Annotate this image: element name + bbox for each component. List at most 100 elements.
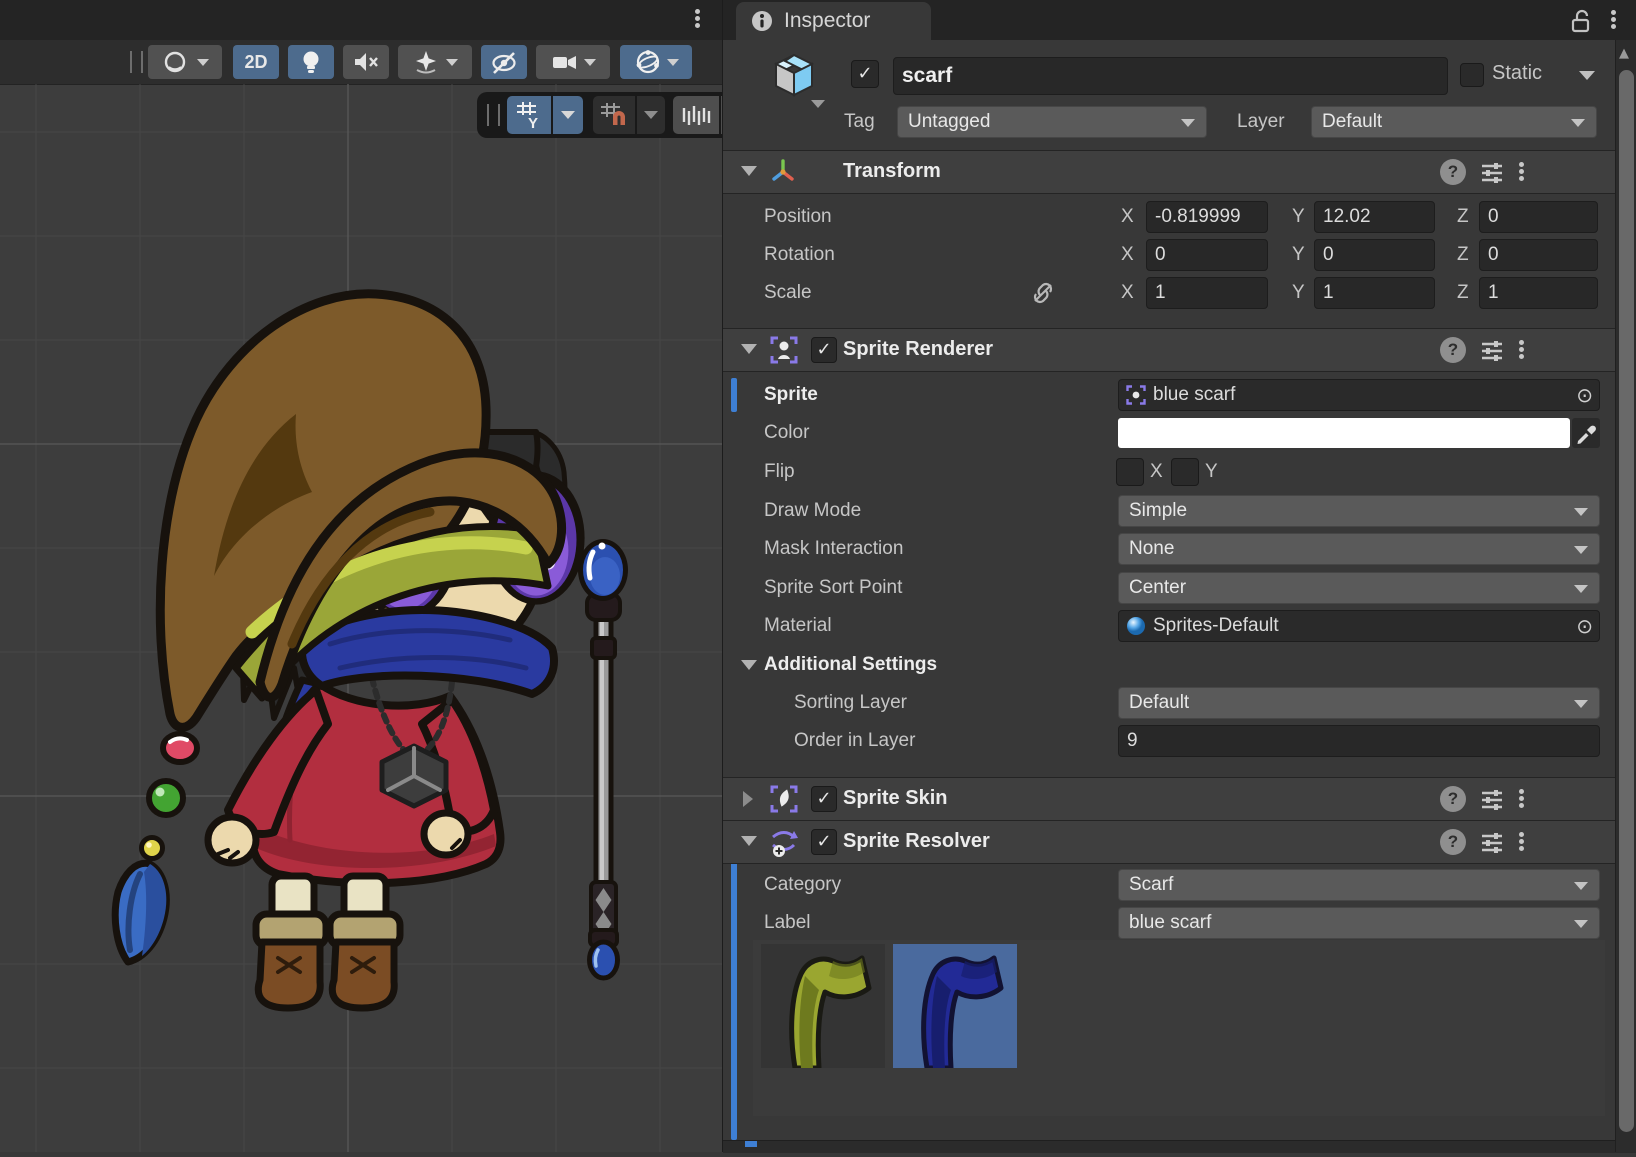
rotation-x-field[interactable]: 0 xyxy=(1146,239,1268,271)
inspector-scrollbar[interactable]: ▲ xyxy=(1615,40,1636,1152)
foldout-arrow-icon[interactable] xyxy=(741,166,757,176)
grid-snap-overlay-toolbar: Y xyxy=(477,92,722,138)
component-title: Transform xyxy=(843,151,941,191)
foldout-arrow-icon[interactable] xyxy=(741,836,757,846)
game-object-icon-dropdown[interactable] xyxy=(811,100,825,108)
chevron-down-icon xyxy=(584,59,596,66)
scale-x-field[interactable]: 1 xyxy=(1146,277,1268,309)
presets-icon[interactable] xyxy=(1480,788,1504,810)
game-object-name-field[interactable]: scarf xyxy=(893,57,1448,95)
sprite-object-field[interactable]: blue scarf ⊙ xyxy=(1118,379,1600,411)
foldout-arrow-icon[interactable] xyxy=(741,344,757,354)
scene-view-window: 2D xyxy=(0,0,722,1152)
shading-mode-button[interactable] xyxy=(148,45,222,79)
label-dropdown[interactable]: blue scarf xyxy=(1118,907,1600,939)
grid-y-axis-icon: Y xyxy=(514,100,544,130)
sprite-sort-point-dropdown[interactable]: Center xyxy=(1118,572,1600,604)
tab-inspector[interactable]: Inspector xyxy=(736,2,931,40)
static-dropdown-arrow[interactable] xyxy=(1579,71,1595,80)
hidden-objects-toggle[interactable] xyxy=(481,45,527,79)
scale-y-field[interactable]: 1 xyxy=(1314,277,1435,309)
scale-z-field[interactable]: 1 xyxy=(1479,277,1598,309)
scene-audio-toggle[interactable] xyxy=(343,45,389,79)
scene-toolbar: 2D xyxy=(0,40,722,85)
component-kebab-icon[interactable] xyxy=(1516,830,1526,853)
position-z-field[interactable]: 0 xyxy=(1479,201,1598,233)
layer-label: Layer xyxy=(1237,106,1285,138)
additional-settings-row[interactable]: Additional Settings xyxy=(723,648,1636,682)
component-enabled-checkbox[interactable]: ✓ xyxy=(811,786,837,812)
sorting-layer-value: Default xyxy=(1129,692,1189,713)
component-enabled-checkbox[interactable]: ✓ xyxy=(811,829,837,855)
sprite-thumbnail-yellow-scarf[interactable] xyxy=(761,944,885,1068)
scrollbar-up-arrow[interactable]: ▲ xyxy=(1619,46,1629,61)
character-sprite[interactable] xyxy=(115,294,584,1008)
material-object-field[interactable]: Sprites-Default ⊙ xyxy=(1118,610,1600,642)
position-y-field[interactable]: 12.02 xyxy=(1314,201,1435,233)
lock-icon[interactable] xyxy=(1569,8,1595,34)
tag-dropdown[interactable]: Untagged xyxy=(897,106,1207,138)
eyedropper-button[interactable] xyxy=(1572,418,1600,448)
toolbar-drag-handle[interactable] xyxy=(130,51,143,73)
sprite-thumbnail-blue-scarf-selected[interactable] xyxy=(893,944,1017,1068)
help-icon[interactable]: ? xyxy=(1440,159,1466,185)
inspector-menu-kebab-icon[interactable] xyxy=(1607,8,1619,31)
scene-menu-kebab-icon[interactable] xyxy=(690,7,704,30)
effects-visibility-button[interactable] xyxy=(398,45,472,79)
sorting-layer-dropdown[interactable]: Default xyxy=(1118,687,1600,719)
component-title: Sprite Skin xyxy=(843,778,947,818)
scene-lighting-toggle[interactable] xyxy=(288,45,334,79)
scene-camera-settings-button[interactable] xyxy=(536,45,610,79)
draw-mode-row: Draw Mode Simple xyxy=(723,494,1636,528)
sprite-renderer-component: ✓ Sprite Renderer ? Sprite blue xyxy=(723,328,1636,768)
help-icon[interactable]: ? xyxy=(1440,829,1466,855)
scene-viewport[interactable] xyxy=(0,84,722,1152)
staff-sprite[interactable] xyxy=(578,539,628,978)
grid-axis-dropdown[interactable] xyxy=(553,96,583,134)
static-checkbox[interactable] xyxy=(1460,63,1484,87)
game-object-header: ✓ scarf Static Tag Untagged Layer Defaul… xyxy=(723,40,1636,148)
sprite-resolver-header[interactable]: ✓ Sprite Resolver ? xyxy=(723,820,1636,864)
position-x-field[interactable]: -0.819999 xyxy=(1146,201,1268,233)
gizmo-sphere-icon xyxy=(634,48,662,76)
color-swatch[interactable] xyxy=(1118,418,1570,448)
component-kebab-icon[interactable] xyxy=(1516,160,1526,183)
foldout-arrow-icon[interactable] xyxy=(743,791,753,807)
component-enabled-checkbox[interactable]: ✓ xyxy=(811,337,837,363)
flip-y-checkbox[interactable] xyxy=(1171,458,1199,486)
2d-mode-toggle[interactable]: 2D xyxy=(233,45,279,79)
scrollbar-thumb[interactable] xyxy=(1619,70,1634,1132)
rotation-row: Rotation X 0 Y 0 Z 0 xyxy=(723,238,1636,272)
grid-axis-button[interactable]: Y xyxy=(507,96,551,134)
component-kebab-icon[interactable] xyxy=(1516,787,1526,810)
presets-icon[interactable] xyxy=(1480,161,1504,183)
layer-dropdown[interactable]: Default xyxy=(1311,106,1597,138)
overlay-drag-handle[interactable] xyxy=(487,104,500,126)
category-dropdown[interactable]: Scarf xyxy=(1118,869,1600,901)
unlinked-scale-icon[interactable] xyxy=(1031,282,1055,304)
mask-interaction-dropdown[interactable]: None xyxy=(1118,533,1600,565)
lightbulb-icon xyxy=(299,49,323,75)
component-kebab-icon[interactable] xyxy=(1516,338,1526,361)
rotation-y-field[interactable]: 0 xyxy=(1314,239,1435,271)
active-checkbox[interactable]: ✓ xyxy=(851,60,879,88)
presets-icon[interactable] xyxy=(1480,339,1504,361)
object-picker-icon[interactable]: ⊙ xyxy=(1576,380,1593,410)
snap-increment-button[interactable] xyxy=(673,96,719,134)
transform-header[interactable]: Transform ? xyxy=(723,150,1636,194)
grid-snapping-dropdown[interactable] xyxy=(637,96,665,134)
sprite-skin-header[interactable]: ✓ Sprite Skin ? xyxy=(723,777,1636,821)
sprite-renderer-header[interactable]: ✓ Sprite Renderer ? xyxy=(723,328,1636,372)
help-icon[interactable]: ? xyxy=(1440,337,1466,363)
object-picker-icon[interactable]: ⊙ xyxy=(1576,611,1593,641)
order-in-layer-field[interactable]: 9 xyxy=(1118,725,1600,757)
help-icon[interactable]: ? xyxy=(1440,786,1466,812)
grid-snapping-button[interactable] xyxy=(593,96,635,134)
flip-x-checkbox[interactable] xyxy=(1116,458,1144,486)
foldout-arrow-icon[interactable] xyxy=(741,660,757,670)
presets-icon[interactable] xyxy=(1480,831,1504,853)
gizmos-toggle-button[interactable] xyxy=(620,45,692,79)
rotation-z-field[interactable]: 0 xyxy=(1479,239,1598,271)
draw-mode-dropdown[interactable]: Simple xyxy=(1118,495,1600,527)
component-title: Sprite Resolver xyxy=(843,821,990,861)
